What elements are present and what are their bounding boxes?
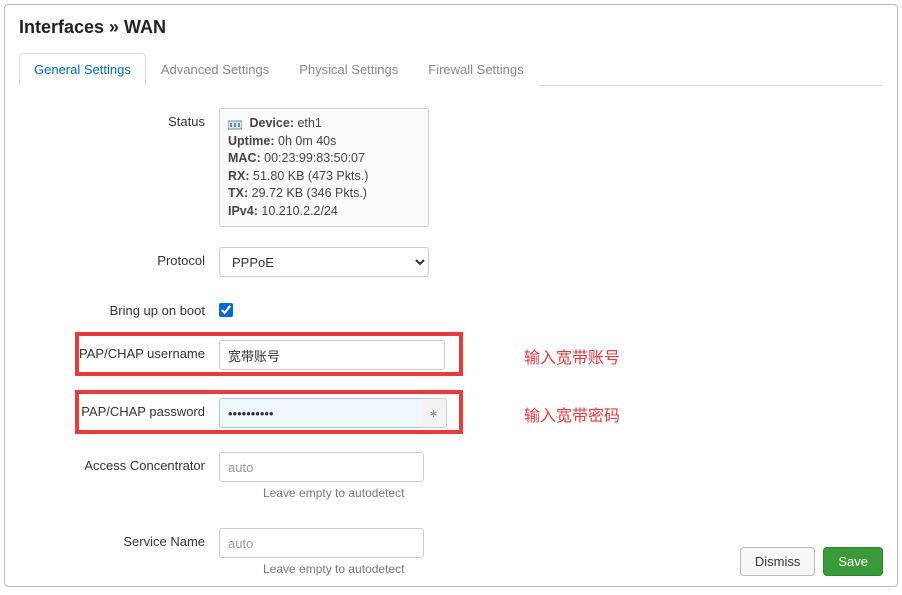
- save-button[interactable]: Save: [823, 547, 883, 576]
- row-protocol: Protocol PPPoE: [19, 247, 883, 277]
- page-title: Interfaces » WAN: [19, 17, 883, 38]
- label-password: PAP/CHAP password: [19, 398, 219, 419]
- status-uptime: 0h 0m 40s: [278, 134, 336, 148]
- hint-service: Leave empty to autodetect: [263, 562, 424, 576]
- dismiss-button[interactable]: Dismiss: [740, 547, 816, 576]
- tab-bar: General Settings Advanced Settings Physi…: [19, 52, 883, 86]
- row-password: PAP/CHAP password ∗ 输入宽带密码: [19, 398, 883, 428]
- hint-ac: Leave empty to autodetect: [263, 486, 424, 500]
- input-service[interactable]: [219, 528, 424, 558]
- row-username: PAP/CHAP username 输入宽带账号: [19, 340, 883, 370]
- input-password[interactable]: [219, 398, 424, 428]
- select-protocol[interactable]: PPPoE: [219, 247, 429, 277]
- status-device: eth1: [297, 116, 321, 130]
- label-bringup: Bring up on boot: [19, 297, 219, 318]
- label-ac: Access Concentrator: [19, 452, 219, 473]
- status-ipv4-label: IPv4:: [228, 204, 258, 218]
- main-panel: Interfaces » WAN General Settings Advanc…: [4, 4, 898, 587]
- footer-buttons: Dismiss Save: [740, 547, 883, 576]
- status-device-label: Device:: [249, 116, 293, 130]
- tab-general[interactable]: General Settings: [19, 53, 146, 86]
- status-mac-label: MAC:: [228, 151, 261, 165]
- tab-advanced[interactable]: Advanced Settings: [146, 53, 284, 86]
- status-rx: 51.80 KB (473 Pkts.): [253, 169, 368, 183]
- ethernet-icon: [228, 118, 242, 130]
- status-mac: 00:23:99:83:50:07: [264, 151, 365, 165]
- label-status: Status: [19, 108, 219, 129]
- row-ac: Access Concentrator Leave empty to autod…: [19, 452, 883, 500]
- row-bringup: Bring up on boot: [19, 297, 883, 320]
- label-service: Service Name: [19, 528, 219, 549]
- input-ac[interactable]: [219, 452, 424, 482]
- password-reveal-button[interactable]: ∗: [421, 398, 447, 428]
- annotation-username: 输入宽带账号: [524, 344, 620, 368]
- status-tx: 29.72 KB (346 Pkts.): [252, 186, 367, 200]
- checkbox-bringup[interactable]: [219, 303, 233, 317]
- annotation-password: 输入宽带密码: [524, 402, 620, 426]
- tab-firewall[interactable]: Firewall Settings: [413, 53, 538, 86]
- status-box: Device: eth1 Uptime: 0h 0m 40s MAC: 00:2…: [219, 108, 429, 227]
- tab-physical[interactable]: Physical Settings: [284, 53, 413, 86]
- status-rx-label: RX:: [228, 169, 250, 183]
- status-ipv4: 10.210.2.2/24: [261, 204, 337, 218]
- input-username[interactable]: [219, 340, 445, 370]
- label-protocol: Protocol: [19, 247, 219, 268]
- status-uptime-label: Uptime:: [228, 134, 275, 148]
- status-tx-label: TX:: [228, 186, 248, 200]
- label-username: PAP/CHAP username: [19, 340, 219, 361]
- row-status: Status Device: eth1 Uptime: 0h 0m 40s MA…: [19, 108, 883, 227]
